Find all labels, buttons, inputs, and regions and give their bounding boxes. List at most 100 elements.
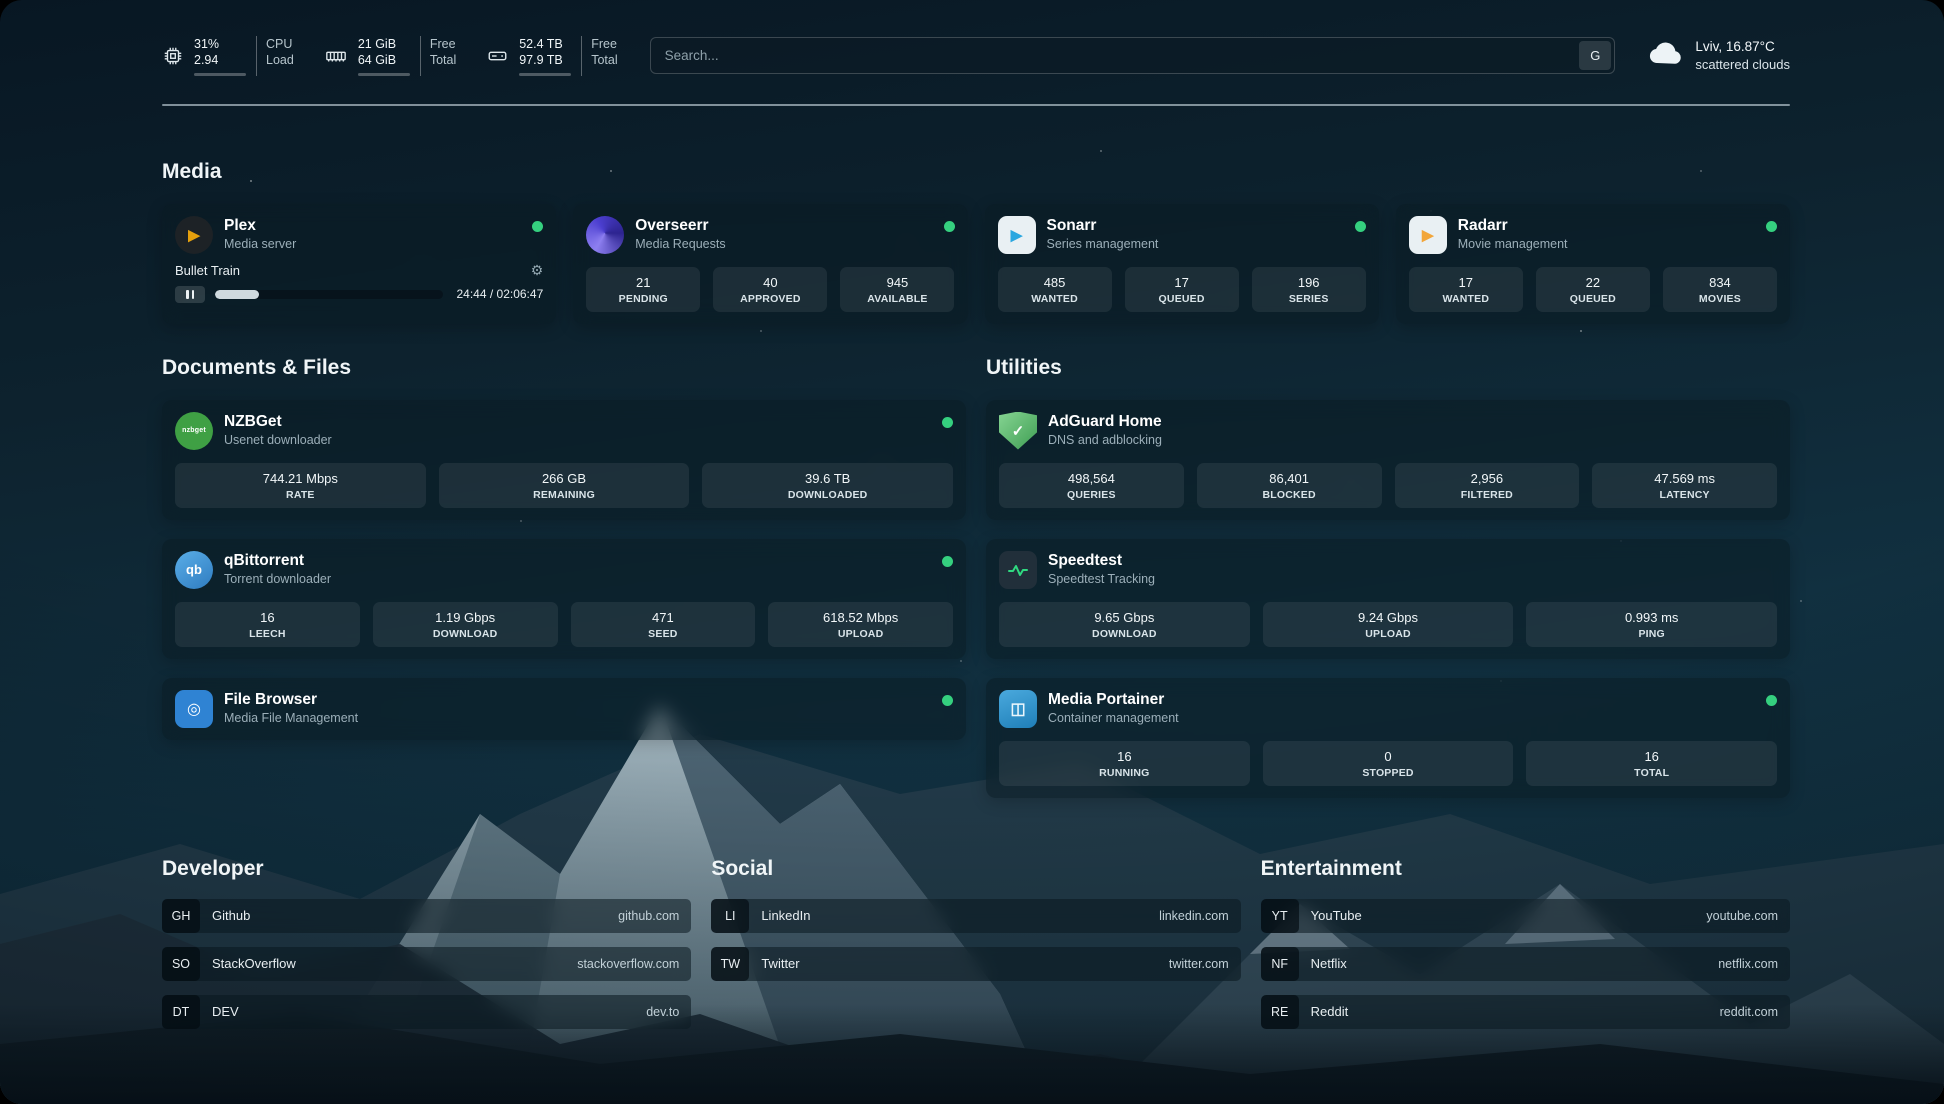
memory-icon <box>324 45 348 67</box>
now-playing-row: Bullet Train ⚙ <box>175 262 543 279</box>
weather-condition: scattered clouds <box>1695 56 1790 74</box>
search-engine-button[interactable]: G <box>1579 41 1611 70</box>
bookmark-stackoverflow[interactable]: SO StackOverflow stackoverflow.com <box>162 947 691 981</box>
seek-bar[interactable] <box>215 290 443 299</box>
now-playing-title: Bullet Train <box>175 263 240 278</box>
bookmark-abbr: SO <box>162 947 200 981</box>
bookmark-name: DEV <box>212 1004 239 1019</box>
bookmark-name: StackOverflow <box>212 956 296 971</box>
stat-seed: 471 SEED <box>571 602 756 647</box>
app-title: NZBGet <box>224 412 332 431</box>
app-subtitle: Usenet downloader <box>224 433 332 447</box>
app-title: Sonarr <box>1047 216 1159 235</box>
plex-icon: ▶ <box>175 216 213 254</box>
system-stats: 31% 2.94 CPU Load <box>162 36 618 76</box>
app-tile-radarr[interactable]: ▶ Radarr Movie management <box>1409 216 1777 254</box>
bookmark-url: twitter.com <box>1169 957 1229 971</box>
disk-label-bottom: Total <box>591 52 617 68</box>
status-dot <box>942 556 953 567</box>
bookmark-url: linkedin.com <box>1159 909 1228 923</box>
app-tile-qbittorrent[interactable]: qb qBittorrent Torrent downloader <box>175 551 953 589</box>
disk-free: 52.4 TB <box>519 36 571 52</box>
header-divider <box>162 104 1790 106</box>
stat-download: 1.19 Gbps DOWNLOAD <box>373 602 558 647</box>
bookmark-abbr: YT <box>1261 899 1299 933</box>
bookmark-abbr: DT <box>162 995 200 1029</box>
cpu-widget: 31% 2.94 CPU Load <box>162 36 294 76</box>
bookmark-name: Github <box>212 908 250 923</box>
top-bar: 31% 2.94 CPU Load <box>162 36 1790 76</box>
filebrowser-icon: ◎ <box>175 690 213 728</box>
ram-label-top: Free <box>430 36 456 52</box>
app-tile-portainer[interactable]: ◫ Media Portainer Container management <box>999 690 1777 728</box>
memory-widget: 21 GiB 64 GiB Free Total <box>324 36 456 76</box>
app-subtitle: Media server <box>224 237 296 251</box>
search-input[interactable] <box>650 37 1616 74</box>
app-tile-speedtest[interactable]: Speedtest Speedtest Tracking <box>999 551 1777 589</box>
overseerr-icon <box>586 216 624 254</box>
bookmark-reddit[interactable]: RE Reddit reddit.com <box>1261 995 1790 1029</box>
status-dot <box>532 221 543 232</box>
app-card-adguard: ✓ AdGuard Home DNS and adblocking 498,56… <box>986 400 1790 520</box>
app-card-radarr: ▶ Radarr Movie management 17 WANTED 22 Q… <box>1396 204 1790 324</box>
app-title: Overseerr <box>635 216 725 235</box>
stat-queued: 17 QUEUED <box>1125 267 1239 312</box>
app-tile-plex[interactable]: ▶ Plex Media server <box>175 216 543 254</box>
status-dot <box>942 695 953 706</box>
cpu-load: 2.94 <box>194 52 246 68</box>
ram-usage-bar <box>358 73 410 76</box>
bookmark-abbr: LI <box>711 899 749 933</box>
stat-movies: 834 MOVIES <box>1663 267 1777 312</box>
bookmarks-grid: Developer GH Github github.com SO StackO… <box>162 857 1790 1073</box>
bookmark-netflix[interactable]: NF Netflix netflix.com <box>1261 947 1790 981</box>
section-title-developer: Developer <box>162 857 691 881</box>
dashboard-screen: 31% 2.94 CPU Load <box>0 0 1944 1104</box>
disk-total: 97.9 TB <box>519 52 571 68</box>
app-card-sonarr: ▶ Sonarr Series management 485 WANTED 17… <box>985 204 1379 324</box>
app-tile-nzbget[interactable]: nzbget NZBGet Usenet downloader <box>175 412 953 450</box>
app-card-plex: ▶ Plex Media server Bullet Train ⚙ 24:44… <box>162 204 556 324</box>
app-title: Media Portainer <box>1048 690 1179 709</box>
qbittorrent-icon: qb <box>175 551 213 589</box>
bookmark-github[interactable]: GH Github github.com <box>162 899 691 933</box>
section-title-media: Media <box>162 160 1790 184</box>
stat-approved: 40 APPROVED <box>713 267 827 312</box>
app-title: Radarr <box>1458 216 1568 235</box>
app-tile-adguard[interactable]: ✓ AdGuard Home DNS and adblocking <box>999 412 1777 450</box>
app-tile-overseerr[interactable]: Overseerr Media Requests <box>586 216 954 254</box>
bookmark-linkedin[interactable]: LI LinkedIn linkedin.com <box>711 899 1240 933</box>
bookmark-url: stackoverflow.com <box>577 957 679 971</box>
stat-available: 945 AVAILABLE <box>840 267 954 312</box>
app-subtitle: Series management <box>1047 237 1159 251</box>
app-card-speedtest: Speedtest Speedtest Tracking 9.65 Gbps D… <box>986 539 1790 659</box>
app-tile-sonarr[interactable]: ▶ Sonarr Series management <box>998 216 1366 254</box>
playback-time: 24:44 / 02:06:47 <box>457 287 544 301</box>
bookmark-group-social: Social LI LinkedIn linkedin.com TW Twitt… <box>711 857 1240 1043</box>
nzbget-icon: nzbget <box>175 412 213 450</box>
app-subtitle: DNS and adblocking <box>1048 433 1162 447</box>
player-controls: 24:44 / 02:06:47 <box>175 286 543 303</box>
pause-button[interactable] <box>175 286 205 303</box>
disk-label-top: Free <box>591 36 617 52</box>
bookmark-dev-to[interactable]: DT DEV dev.to <box>162 995 691 1029</box>
player-settings-gear-icon[interactable]: ⚙ <box>531 262 544 279</box>
stat-series: 196 SERIES <box>1252 267 1366 312</box>
stat-rate: 744.21 Mbps RATE <box>175 463 426 508</box>
stat-queries: 498,564 QUERIES <box>999 463 1184 508</box>
app-tile-filebrowser[interactable]: ◎ File Browser Media File Management <box>175 690 953 728</box>
sonarr-icon: ▶ <box>998 216 1036 254</box>
bookmark-youtube[interactable]: YT YouTube youtube.com <box>1261 899 1790 933</box>
utilities-column: Utilities ✓ AdGuard Home DNS and adblock… <box>986 356 1790 817</box>
ram-label-bottom: Total <box>430 52 456 68</box>
status-dot <box>942 417 953 428</box>
bookmark-twitter[interactable]: TW Twitter twitter.com <box>711 947 1240 981</box>
cloud-icon <box>1647 39 1683 72</box>
ram-total: 64 GiB <box>358 52 410 68</box>
bookmark-group-entertainment: Entertainment YT YouTube youtube.com NF … <box>1261 857 1790 1043</box>
documents-column: Documents & Files nzbget NZBGet Usenet d… <box>162 356 966 817</box>
app-card-overseerr: Overseerr Media Requests 21 PENDING 40 A… <box>573 204 967 324</box>
bookmark-url: dev.to <box>646 1005 679 1019</box>
app-card-portainer: ◫ Media Portainer Container management 1… <box>986 678 1790 798</box>
adguard-shield-icon: ✓ <box>999 412 1037 450</box>
app-title: qBittorrent <box>224 551 331 570</box>
